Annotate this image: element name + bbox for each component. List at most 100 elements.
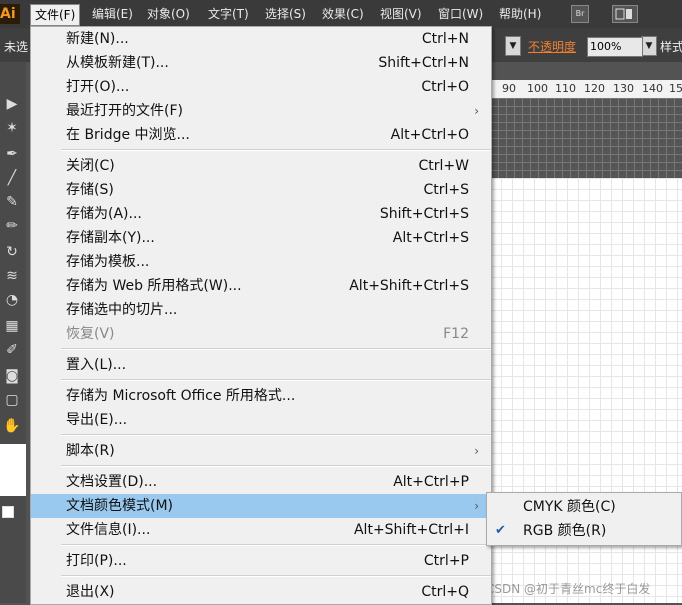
symbol-sprayer-icon[interactable]: ◙ <box>2 366 22 386</box>
menu-item-label: 打开(O)... <box>66 79 130 95</box>
menu-item-save-for-office[interactable]: 存储为 Microsoft Office 所用格式... <box>31 384 491 408</box>
menu-item-shortcut: Ctrl+W <box>418 158 469 174</box>
menu-item-label: 存储为 Microsoft Office 所用格式... <box>66 388 296 404</box>
submenu-item-cmyk[interactable]: CMYK 颜色(C) <box>487 495 681 519</box>
menu-item-shortcut: Alt+Ctrl+P <box>393 474 469 490</box>
menu-item-label: 存储为 Web 所用格式(W)... <box>66 278 242 294</box>
tools-panel: ▶ ✶ ✒ ╱ ✎ ✏ ↻ ≋ ◔ ▦ ✐ ◙ ▢ ✋ <box>0 62 26 603</box>
menu-select[interactable]: 选择(S) <box>261 4 310 24</box>
menu-item-label: 存储(S) <box>66 182 114 198</box>
menu-item-label: 文件信息(I)... <box>66 522 151 538</box>
ruler-tick: 130 <box>613 82 634 95</box>
menu-item-label: 置入(L)... <box>66 357 127 373</box>
pen-tool-icon[interactable]: ✒ <box>2 144 22 164</box>
menu-item-save-as[interactable]: 存储为(A)... Shift+Ctrl+S <box>31 202 491 226</box>
artboard-tool-icon[interactable]: ▢ <box>2 390 22 410</box>
eyedropper-icon[interactable]: ✐ <box>2 340 22 360</box>
menu-object[interactable]: 对象(O) <box>143 4 194 24</box>
menu-item-browse-in-bridge[interactable]: 在 Bridge 中浏览... Alt+Ctrl+O <box>31 123 491 147</box>
color-mode-submenu: CMYK 颜色(C) ✔ RGB 颜色(R) <box>486 492 682 546</box>
opacity-label[interactable]: 不透明度 <box>528 38 576 55</box>
hand-tool-icon[interactable]: ✋ <box>2 416 22 436</box>
menu-item-document-color-mode[interactable]: 文档颜色模式(M) › <box>31 494 491 518</box>
menu-item-label: 存储为模板... <box>66 254 150 270</box>
line-tool-icon[interactable]: ╱ <box>2 168 22 188</box>
menu-file[interactable]: 文件(F) <box>30 4 81 26</box>
watermark: CSDN @初于青丝mc终于白发 <box>486 582 651 596</box>
bridge-button[interactable]: Br <box>571 5 589 23</box>
menu-item-file-info[interactable]: 文件信息(I)... Alt+Shift+Ctrl+I <box>31 518 491 542</box>
menu-item-recent-files[interactable]: 最近打开的文件(F) › <box>31 99 491 123</box>
menu-item-label: 恢复(V) <box>66 326 115 342</box>
menu-window[interactable]: 窗口(W) <box>434 4 487 24</box>
menu-item-label: 退出(X) <box>66 584 115 600</box>
menu-item-save-as-template[interactable]: 存储为模板... <box>31 250 491 274</box>
menu-item-shortcut: Ctrl+Q <box>421 584 469 600</box>
menu-item-new[interactable]: 新建(N)... Ctrl+N <box>31 27 491 51</box>
magic-wand-icon[interactable]: ✶ <box>2 118 22 138</box>
menu-view[interactable]: 视图(V) <box>376 4 426 24</box>
menu-item-label: 文档颜色模式(M) <box>66 498 174 514</box>
menu-item-label: 脚本(R) <box>66 443 115 459</box>
menu-item-shortcut: Ctrl+S <box>423 182 469 198</box>
menu-item-label: 新建(N)... <box>66 31 129 47</box>
menu-item-save-selected-slices[interactable]: 存储选中的切片... <box>31 298 491 322</box>
menu-type[interactable]: 文字(T) <box>204 4 253 24</box>
checkmark-icon: ✔ <box>495 523 506 538</box>
stroke-dropdown-button[interactable]: ▼ <box>505 36 521 56</box>
default-colors-icon[interactable] <box>2 506 14 518</box>
menu-separator <box>61 348 491 350</box>
warp-tool-icon[interactable]: ≋ <box>2 266 22 286</box>
menu-separator <box>61 379 491 381</box>
menu-item-exit[interactable]: 退出(X) Ctrl+Q <box>31 580 491 604</box>
submenu-arrow-icon: › <box>474 444 479 458</box>
submenu-item-rgb[interactable]: ✔ RGB 颜色(R) <box>487 519 681 543</box>
menu-item-label: 最近打开的文件(F) <box>66 103 183 119</box>
opacity-input[interactable]: 100% <box>587 37 643 57</box>
shape-builder-icon[interactable]: ◔ <box>2 290 22 310</box>
menu-item-label: 打印(P)... <box>66 553 127 569</box>
menu-item-shortcut: Alt+Shift+Ctrl+S <box>349 278 469 294</box>
ruler-tick: 15 <box>669 82 682 95</box>
ruler-tick: 90 <box>502 82 516 95</box>
menu-item-close[interactable]: 关闭(C) Ctrl+W <box>31 154 491 178</box>
menu-item-shortcut: Alt+Shift+Ctrl+I <box>353 522 469 538</box>
menu-item-print[interactable]: 打印(P)... Ctrl+P <box>31 549 491 573</box>
menu-item-place[interactable]: 置入(L)... <box>31 353 491 377</box>
submenu-item-label: CMYK 颜色(C) <box>523 499 616 515</box>
ruler-tick: 100 <box>527 82 548 95</box>
menu-item-save-copy[interactable]: 存储副本(Y)... Alt+Ctrl+S <box>31 226 491 250</box>
menu-item-open[interactable]: 打开(O)... Ctrl+O <box>31 75 491 99</box>
menu-item-label: 导出(E)... <box>66 412 128 428</box>
menu-item-document-setup[interactable]: 文档设置(D)... Alt+Ctrl+P <box>31 470 491 494</box>
workspace-switcher-button[interactable] <box>612 5 638 23</box>
menu-item-label: 存储为(A)... <box>66 206 142 222</box>
menu-item-label: 存储副本(Y)... <box>66 230 155 246</box>
menu-item-new-from-template[interactable]: 从模板新建(T)... Shift+Ctrl+N <box>31 51 491 75</box>
selection-status: 未选 <box>4 40 29 54</box>
menu-help[interactable]: 帮助(H) <box>495 4 545 24</box>
submenu-arrow-icon: › <box>474 104 479 118</box>
menu-item-save-for-web[interactable]: 存储为 Web 所用格式(W)... Alt+Shift+Ctrl+S <box>31 274 491 298</box>
menu-item-scripts[interactable]: 脚本(R) › <box>31 439 491 463</box>
fill-swatch[interactable] <box>0 444 26 496</box>
layout-icon <box>615 8 632 20</box>
menu-item-label: 存储选中的切片... <box>66 302 178 318</box>
mesh-tool-icon[interactable]: ▦ <box>2 316 22 336</box>
menu-effect[interactable]: 效果(C) <box>318 4 368 24</box>
menu-separator <box>61 434 491 436</box>
rotate-tool-icon[interactable]: ↻ <box>2 242 22 262</box>
brush-tool-icon[interactable]: ✎ <box>2 192 22 212</box>
selection-tool-icon[interactable]: ▶ <box>2 94 22 114</box>
horizontal-ruler: 90 100 110 120 130 140 15 <box>490 80 682 99</box>
menu-item-export[interactable]: 导出(E)... <box>31 408 491 432</box>
pencil-tool-icon[interactable]: ✏ <box>2 216 22 236</box>
opacity-dropdown-button[interactable]: ▼ <box>641 36 657 56</box>
menu-item-label: 从模板新建(T)... <box>66 55 169 71</box>
menu-edit[interactable]: 编辑(E) <box>88 4 137 24</box>
style-label[interactable]: 样式 <box>660 38 682 55</box>
menu-item-shortcut: Ctrl+O <box>421 79 469 95</box>
menu-item-save[interactable]: 存储(S) Ctrl+S <box>31 178 491 202</box>
submenu-arrow-icon: › <box>474 499 479 513</box>
ruler-tick: 110 <box>555 82 576 95</box>
